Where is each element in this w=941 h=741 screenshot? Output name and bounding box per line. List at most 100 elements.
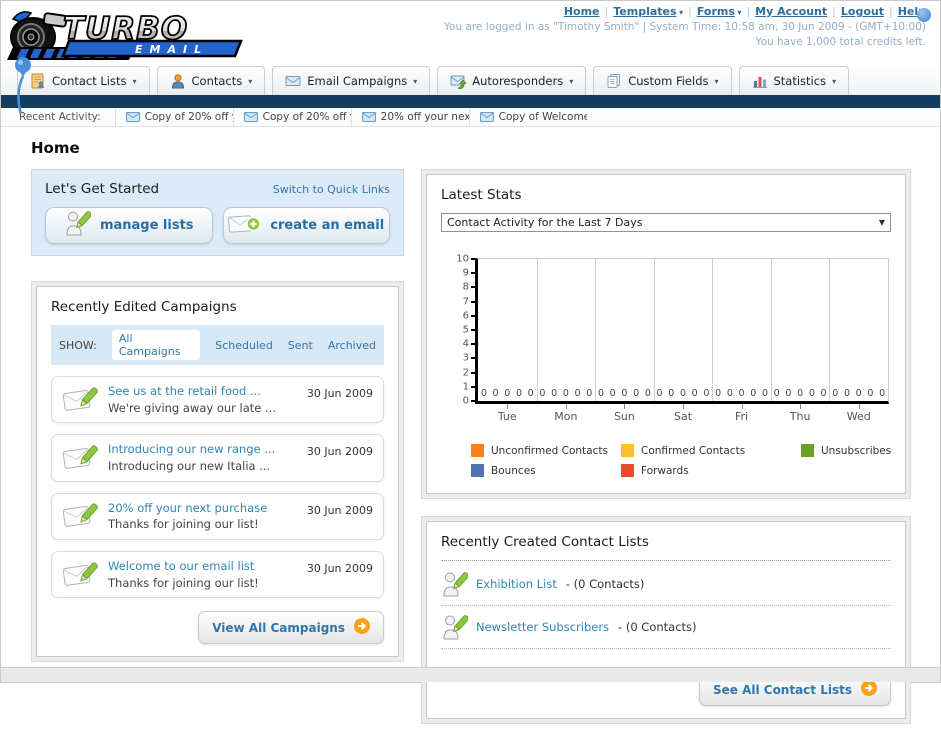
arrow-circle-icon <box>354 618 370 637</box>
chart-y-tick <box>471 286 477 289</box>
campaign-row[interactable]: Introducing our new range ... Introducing… <box>51 434 384 482</box>
top-nav-link-templates[interactable]: Templates <box>613 5 676 18</box>
login-info: You are logged in as "Timothy Smith" | S… <box>444 21 926 33</box>
chevron-down-icon: ▾ <box>832 76 837 86</box>
chart-gridline <box>712 259 714 401</box>
page: TURBO EMAIL Home | Templates ▾ | Forms ▾ | My … <box>0 0 941 724</box>
contact-list-link[interactable]: Newsletter Subscribers <box>476 620 609 634</box>
legend-item: Unsubscribes <box>801 444 891 457</box>
contacts-icon <box>170 73 186 89</box>
chart-data-label: 0 <box>797 388 804 399</box>
chart-x-tick <box>858 404 860 409</box>
contact-lists-panel: Recently Created Contact Lists Exhibitio… <box>426 521 906 719</box>
show-label: SHOW: <box>59 338 97 352</box>
custom-fields-icon <box>606 73 622 89</box>
envelope-icon <box>243 112 258 122</box>
contact-list-row[interactable]: Exhibition List - (0 Contacts) <box>441 563 891 606</box>
chart-y-tick <box>471 357 477 360</box>
legend-swatch <box>471 444 484 457</box>
campaign-row[interactable]: 20% off your next purchase Thanks for joi… <box>51 492 384 541</box>
tab-label: Contact Lists <box>52 74 127 88</box>
stats-period-dropdown[interactable]: Contact Activity for the Last 7 Days ▼ <box>441 213 891 232</box>
filter-archived[interactable]: Archived <box>328 339 376 352</box>
chart-x-tick-label: Tue <box>497 410 517 423</box>
campaigns-frame: Recently Edited Campaigns SHOW: All Camp… <box>31 281 404 663</box>
turbo-email-logo: TURBO EMAIL <box>7 5 257 61</box>
campaign-title-link[interactable]: Welcome to our email list <box>108 558 297 575</box>
contact-lists-list: Exhibition List - (0 Contacts) Newsletter… <box>441 563 891 649</box>
envelope-icon <box>125 112 140 122</box>
chart-gridline <box>829 259 831 401</box>
contact-list-row[interactable]: Newsletter Subscribers - (0 Contacts) <box>441 606 891 649</box>
right-column: Latest Stats Contact Activity for the La… <box>421 169 911 741</box>
campaigns-title: Recently Edited Campaigns <box>51 299 237 315</box>
recent-activity-item-label: Copy of Welcome to <box>498 111 587 123</box>
get-started-panel: Let's Get Started Switch to Quick Links … <box>31 169 404 256</box>
chart-x-tick <box>800 404 802 409</box>
chart-data-label: 0 <box>679 388 687 399</box>
tab-autoresponders[interactable]: Autoresponders ▾ <box>437 66 587 95</box>
left-column: Let's Get Started Switch to Quick Links … <box>31 169 404 679</box>
chart-data-label: 0 <box>668 388 675 399</box>
chart-data-label: 0 <box>551 388 558 399</box>
chart-gridline <box>770 259 772 401</box>
manage-lists-button[interactable]: manage lists <box>45 207 213 244</box>
campaign-date: 30 Jun 2009 <box>306 387 373 400</box>
stats-chart: 0 1 2 3 4 5 6 7 8 9 10 0 0 0 0 0 Tue 0 0 0 0 0 Mon 0 0 0 0 0 Sun 0 0 0 0… <box>456 254 889 423</box>
chart-data-label: 0 <box>808 388 815 399</box>
page-title: Home <box>31 139 80 157</box>
filter-all-campaigns[interactable]: All Campaigns <box>111 330 201 360</box>
chart-data-label: 0 <box>843 388 851 399</box>
create-an-email-button[interactable]: create an email <box>222 207 390 244</box>
tab-custom-fields[interactable]: Custom Fields ▾ <box>593 66 732 95</box>
legend-swatch <box>621 464 634 477</box>
button-label: manage lists <box>99 218 194 233</box>
chart-x-tick-label: Fri <box>735 410 749 423</box>
campaign-subtitle: Thanks for joining our list! <box>108 517 259 532</box>
top-nav-link-home[interactable]: Home <box>564 5 600 18</box>
view-all-campaigns-button[interactable]: View All Campaigns <box>198 611 384 645</box>
campaign-row[interactable]: See us at the retail food ... We're givin… <box>51 376 384 424</box>
envelope-icon <box>479 112 494 122</box>
tab-statistics[interactable]: Statistics ▾ <box>738 66 850 95</box>
chart-data-label: 0 <box>644 388 651 399</box>
top-nav-link-forms[interactable]: Forms <box>697 5 735 18</box>
stats-chart-plot-area: 0 1 2 3 4 5 6 7 8 9 10 0 0 0 0 0 Tue 0 0 0 0 0 Mon 0 0 0 0 0 Sun 0 0 0 0… <box>456 254 889 423</box>
chart-data-label: 0 <box>726 388 733 399</box>
contact-list-count: - (0 Contacts) <box>618 620 697 634</box>
recent-activity-item[interactable]: Copy of 20% off yo <box>114 108 233 126</box>
header-right: Home | Templates ▾ | Forms ▾ | My Account | Logo… <box>444 5 931 48</box>
tab-contacts[interactable]: Contacts ▾ <box>156 66 266 95</box>
recent-activity-item[interactable]: 20% off your next p <box>350 108 469 126</box>
top-nav-link-logout[interactable]: Logout <box>841 5 884 18</box>
contact-lists-title: Recently Created Contact Lists <box>441 534 649 550</box>
dropdown-caret-icon: ▾ <box>734 8 742 17</box>
chevron-down-icon: ▾ <box>714 76 719 86</box>
envelope-pencil-icon <box>62 560 98 590</box>
campaign-subtitle: We're giving away our late ... <box>108 400 276 415</box>
filter-sent[interactable]: Sent <box>288 339 313 352</box>
button-label: create an email <box>270 218 385 233</box>
recent-activity-item[interactable]: Copy of 20% off yo <box>232 108 351 126</box>
chart-y-tick-label: 7 <box>462 296 469 308</box>
chart-data-label: 0 <box>480 388 487 399</box>
stats-title: Latest Stats <box>441 187 522 203</box>
filter-scheduled[interactable]: Scheduled <box>215 339 273 352</box>
campaign-row[interactable]: Welcome to our email list Thanks for join… <box>51 551 384 599</box>
campaign-title-link[interactable]: Introducing our new range ... <box>108 441 297 458</box>
envelope-pencil-icon <box>62 385 98 415</box>
get-started-buttons: manage lists create an email <box>45 207 390 244</box>
campaign-title-link[interactable]: 20% off your next purchase <box>108 500 297 517</box>
recent-activity-item-label: Copy of 20% off yo <box>144 111 233 123</box>
top-nav-link-my-account[interactable]: My Account <box>755 5 827 18</box>
contact-list-link[interactable]: Exhibition List <box>476 577 557 591</box>
email-campaigns-icon <box>285 73 301 89</box>
recent-activity-item[interactable]: Copy of Welcome to <box>468 108 587 126</box>
envelope-icon <box>361 112 376 122</box>
stats-panel: Latest Stats Contact Activity for the La… <box>426 174 906 494</box>
tab-email-campaigns[interactable]: Email Campaigns ▾ <box>272 66 431 95</box>
switch-to-quick-links-link[interactable]: Switch to Quick Links <box>273 183 390 196</box>
chart-x-tick-label: Mon <box>554 410 578 423</box>
chart-y-tick-label: 4 <box>462 338 469 350</box>
campaign-title-link[interactable]: See us at the retail food ... <box>108 383 297 400</box>
